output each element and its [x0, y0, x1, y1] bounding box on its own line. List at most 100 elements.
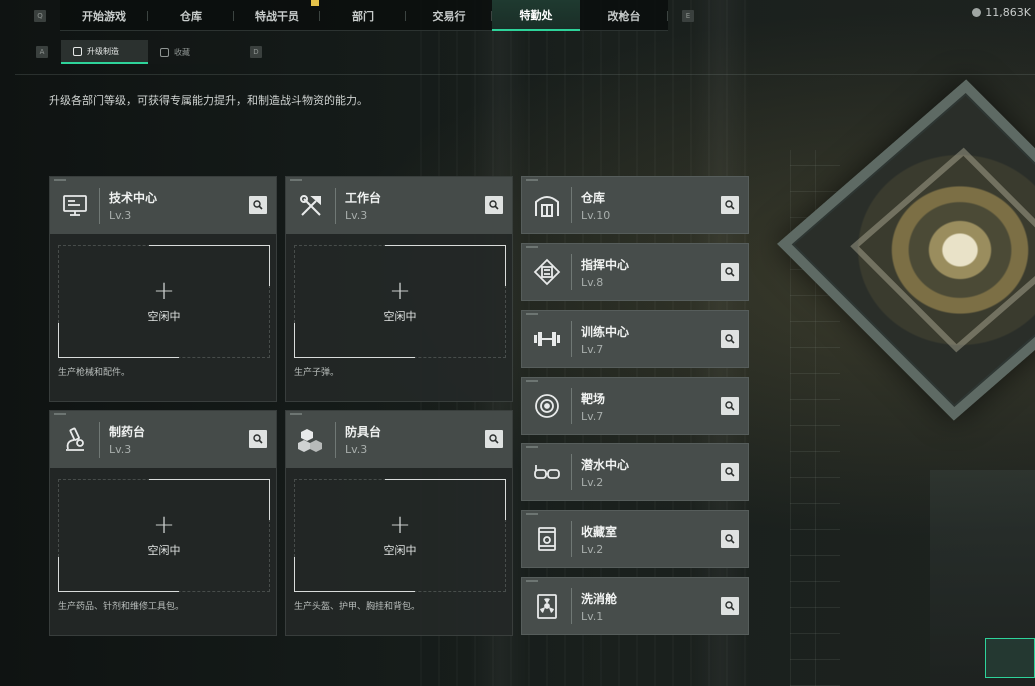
magnifier-icon — [725, 534, 735, 544]
facility-level: Lv.8 — [581, 275, 604, 289]
inspect-button[interactable] — [721, 530, 739, 548]
station-name: 技术中心 — [109, 191, 158, 205]
display-case-icon — [522, 521, 572, 557]
magnifier-icon — [253, 200, 263, 210]
production-slot[interactable]: + 空闲中 — [294, 245, 506, 358]
station-card-header: 技术中心 Lv.3 — [50, 177, 276, 234]
inspect-button[interactable] — [721, 330, 739, 348]
magnifier-icon — [725, 267, 735, 277]
facility-level: Lv.2 — [581, 475, 604, 489]
warehouse-icon — [522, 187, 572, 223]
tab-warehouse[interactable]: 仓库 — [148, 0, 234, 31]
tab-departments[interactable]: 部门 — [320, 0, 406, 31]
station-description: 生产药品、针剂和维修工具包。 — [58, 602, 185, 612]
facility-card-training-center[interactable]: 训练中心 Lv.7 — [521, 310, 749, 368]
station-card-pharmacy[interactable]: 制药台 Lv.3 + 空闲中 生产药品、针剂和维修工具包。 — [49, 410, 277, 636]
goggles-icon — [522, 454, 572, 490]
slot-status: 空闲中 — [383, 543, 417, 557]
corner-action-button[interactable] — [985, 638, 1035, 678]
station-name: 工作台 — [345, 191, 382, 205]
facility-level: Lv.7 — [581, 409, 604, 423]
facility-card-diving-center[interactable]: 潜水中心 Lv.2 — [521, 443, 749, 501]
inspect-button[interactable] — [721, 597, 739, 615]
station-level: Lv.3 — [109, 443, 132, 456]
station-name: 制药台 — [109, 425, 146, 439]
station-card-tech-center[interactable]: 技术中心 Lv.3 + 空闲中 生产枪械和配件。 — [49, 176, 277, 402]
subtab-collection[interactable]: 收藏 — [148, 40, 235, 64]
magnifier-icon — [489, 434, 499, 444]
facility-name: 仓库 — [581, 190, 606, 205]
inspect-button[interactable] — [485, 430, 503, 448]
next-subtab-key-hint: D — [250, 46, 262, 58]
station-level: Lv.3 — [345, 209, 368, 222]
magnifier-icon — [725, 334, 735, 344]
facility-level: Lv.2 — [581, 542, 604, 556]
facility-name: 洗消舱 — [581, 591, 618, 606]
station-card-workbench[interactable]: 工作台 Lv.3 + 空闲中 生产子弹。 — [285, 176, 513, 402]
inspect-button[interactable] — [485, 196, 503, 214]
top-navigation-bar: Q 开始游戏 仓库 特战干员 部门 交易行 特勤处 改枪台 E 11,863K — [0, 0, 1035, 31]
cubes-icon — [286, 421, 336, 458]
magnifier-icon — [725, 200, 735, 210]
divider — [15, 74, 1035, 75]
magnifier-icon — [489, 200, 499, 210]
chip-icon — [522, 254, 572, 290]
inspect-button[interactable] — [721, 397, 739, 415]
sub-tabs: 升级制造 收藏 — [61, 40, 235, 64]
craft-icon — [73, 46, 82, 56]
inspect-button[interactable] — [249, 430, 267, 448]
slot-status: 空闲中 — [147, 543, 181, 557]
inspect-button[interactable] — [721, 263, 739, 281]
station-description: 生产枪械和配件。 — [58, 368, 131, 378]
station-level: Lv.3 — [345, 443, 368, 456]
add-icon: + — [389, 509, 411, 540]
inspect-button[interactable] — [721, 196, 739, 214]
facility-name: 潜水中心 — [581, 457, 630, 472]
production-slot[interactable]: + 空闲中 — [58, 479, 270, 592]
magnifier-icon — [253, 434, 263, 444]
station-card-header: 防具台 Lv.3 — [286, 411, 512, 468]
currency-amount: 11,863K — [985, 6, 1031, 19]
collection-icon — [160, 47, 169, 57]
station-card-header: 工作台 Lv.3 — [286, 177, 512, 234]
facility-name: 指挥中心 — [581, 257, 630, 272]
facility-card-warehouse[interactable]: 仓库 Lv.10 — [521, 176, 749, 234]
tab-operators[interactable]: 特战干员 — [234, 0, 320, 31]
prev-subtab-key-hint: A — [36, 46, 48, 58]
facility-card-decontamination[interactable]: 洗消舱 Lv.1 — [521, 577, 749, 635]
add-icon: + — [389, 275, 411, 306]
facility-card-command-center[interactable]: 指挥中心 Lv.8 — [521, 243, 749, 301]
slot-status: 空闲中 — [383, 309, 417, 323]
facility-card-collection-room[interactable]: 收藏室 Lv.2 — [521, 510, 749, 568]
main-tabs: 开始游戏 仓库 特战干员 部门 交易行 特勤处 改枪台 — [60, 0, 668, 31]
add-icon: + — [153, 275, 175, 306]
microscope-icon — [50, 421, 100, 458]
station-description: 生产子弹。 — [294, 368, 340, 378]
tab-special-ops[interactable]: 特勤处 — [492, 0, 580, 31]
facility-card-shooting-range[interactable]: 靶场 Lv.7 — [521, 377, 749, 435]
station-level: Lv.3 — [109, 209, 132, 222]
next-tab-key-hint: E — [682, 10, 694, 22]
target-icon — [522, 388, 572, 424]
facility-name: 训练中心 — [581, 324, 630, 339]
subtab-upgrade-craft[interactable]: 升级制造 — [61, 40, 148, 64]
inspect-button[interactable] — [249, 196, 267, 214]
facility-name: 靶场 — [581, 391, 606, 406]
dumbbell-icon — [522, 321, 572, 357]
station-card-armor-bench[interactable]: 防具台 Lv.3 + 空闲中 生产头盔、护甲、胸挂和背包。 — [285, 410, 513, 636]
facility-level: Lv.10 — [581, 208, 611, 222]
subtab-collection-label: 收藏 — [174, 47, 190, 57]
tools-icon — [286, 187, 336, 224]
production-slot[interactable]: + 空闲中 — [294, 479, 506, 592]
magnifier-icon — [725, 467, 735, 477]
magnifier-icon — [725, 401, 735, 411]
tab-start-game[interactable]: 开始游戏 — [60, 0, 148, 31]
station-card-header: 制药台 Lv.3 — [50, 411, 276, 468]
station-description: 生产头盔、护甲、胸挂和背包。 — [294, 602, 421, 612]
production-slot[interactable]: + 空闲中 — [58, 245, 270, 358]
tab-trading[interactable]: 交易行 — [406, 0, 492, 31]
subtab-upgrade-craft-label: 升级制造 — [87, 46, 119, 56]
tab-gunsmith[interactable]: 改枪台 — [580, 0, 668, 31]
inspect-button[interactable] — [721, 463, 739, 481]
facility-level: Lv.7 — [581, 342, 604, 356]
